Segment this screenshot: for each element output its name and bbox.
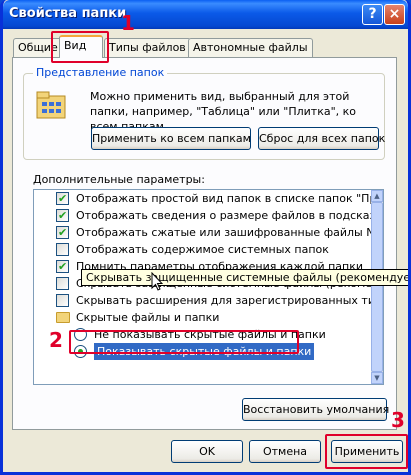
- annotation-box-2: [69, 330, 299, 354]
- list-item-label: Отображать содержимое системных папок: [76, 243, 329, 256]
- annotation-marker-3: 3: [391, 408, 405, 432]
- checkbox-remember-folder-view[interactable]: [56, 258, 69, 275]
- title-bar[interactable]: Свойства папки ? ×: [3, 0, 408, 29]
- tooltip: Скрывать защищенные системные файлы (рек…: [81, 269, 408, 286]
- checkbox-system-folder-contents[interactable]: [56, 243, 69, 256]
- ok-button[interactable]: OK: [171, 440, 243, 463]
- cancel-button[interactable]: Отмена: [249, 440, 321, 463]
- annotation-box-3: [325, 434, 408, 469]
- checkbox-file-size-tooltips[interactable]: [56, 207, 69, 224]
- folder-options-window: Свойства папки ? × Общие Вид Типы файлов…: [0, 0, 411, 475]
- folder-view-icon: [36, 91, 66, 119]
- annotation-box-1: [51, 31, 109, 63]
- scroll-down-arrow-icon[interactable]: ▼: [371, 372, 383, 384]
- reset-all-folders-button[interactable]: Сброс для всех папок: [258, 127, 385, 150]
- checkbox-hide-protected-files[interactable]: [56, 277, 69, 290]
- tab-file-types[interactable]: Типы файлов: [104, 38, 191, 57]
- list-item-label: Скрывать расширения для зарегистрированн…: [76, 294, 383, 307]
- scroll-up-arrow-icon[interactable]: ▲: [371, 190, 383, 202]
- tab-offline-files[interactable]: Автономные файлы: [188, 38, 313, 57]
- list-item-label: Отображать сведения о размере файлов в п…: [76, 209, 384, 222]
- folder-view-group-title: Представление папок: [33, 66, 168, 79]
- annotation-marker-1: 1: [121, 11, 135, 35]
- list-item-label: Скрытые файлы и папки: [76, 311, 220, 324]
- mouse-cursor-icon: [151, 272, 163, 291]
- advanced-settings-label: Дополнительные параметры:: [33, 173, 205, 186]
- close-button[interactable]: ×: [384, 4, 405, 25]
- list-scrollbar[interactable]: ▲ ▼: [371, 190, 383, 384]
- checkbox-hide-extensions[interactable]: [56, 294, 69, 307]
- list-item-label: Отображать сжатые или зашифрованные файл…: [76, 226, 384, 239]
- window-title: Свойства папки: [9, 6, 127, 21]
- help-button[interactable]: ?: [362, 4, 383, 25]
- scrollbar-thumb[interactable]: [371, 202, 383, 372]
- annotation-marker-2: 2: [49, 328, 63, 352]
- folder-icon: [56, 312, 70, 323]
- checkbox-compressed-ntfs-color[interactable]: [56, 224, 69, 241]
- list-item-label: Отображать простой вид папок в списке па…: [76, 192, 383, 205]
- checkbox-simple-folder-view[interactable]: [56, 190, 69, 207]
- advanced-settings-list[interactable]: Отображать простой вид папок в списке па…: [33, 189, 384, 385]
- restore-defaults-button[interactable]: Восстановить умолчания: [242, 398, 389, 421]
- apply-to-all-folders-button[interactable]: Применить ко всем папкам: [91, 127, 251, 150]
